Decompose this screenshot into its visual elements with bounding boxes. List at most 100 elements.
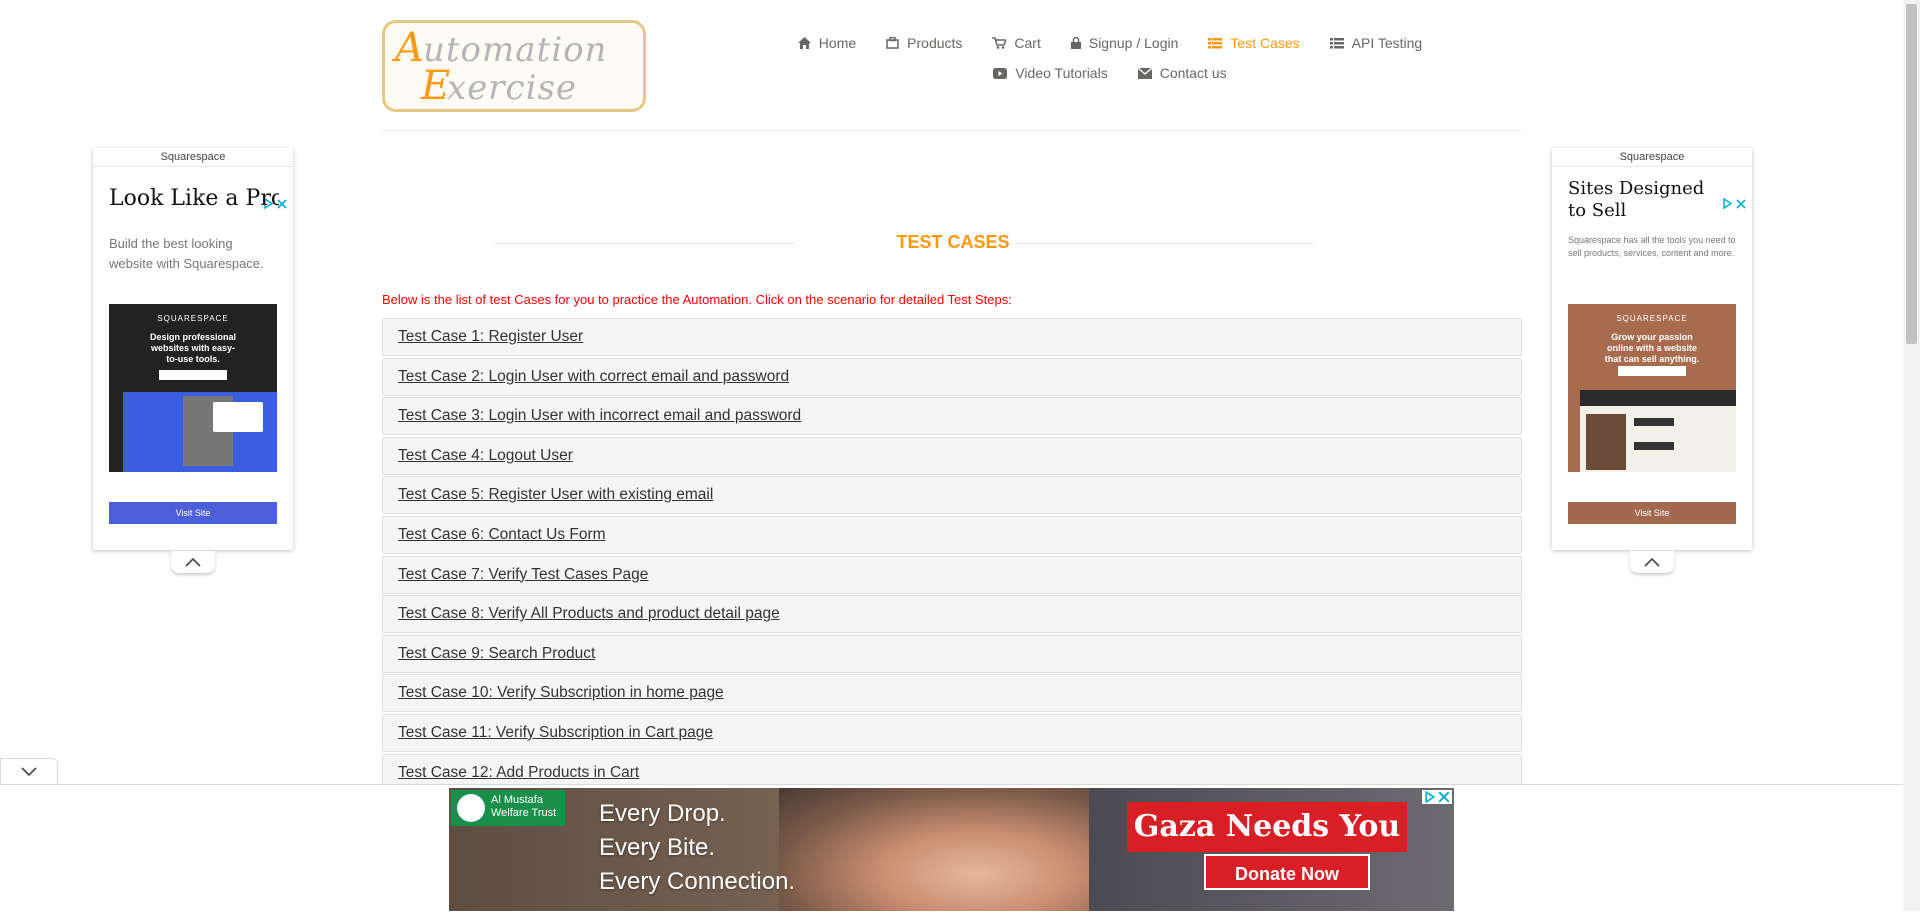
ad-image-brand: SQUARESPACE <box>157 314 229 323</box>
ad-choices[interactable] <box>1422 790 1452 804</box>
nav-cart[interactable]: Cart <box>992 35 1041 51</box>
ad-image-brand: SQUARESPACE <box>1616 314 1688 323</box>
svg-text:A: A <box>391 25 424 71</box>
list-icon <box>1329 37 1344 48</box>
right-ad-collapse-button[interactable] <box>1630 551 1674 573</box>
ad-headline: Look Like a Pro <box>109 186 279 211</box>
nav-signup-login[interactable]: Signup / Login <box>1070 35 1179 51</box>
chevron-up-icon <box>1644 557 1660 567</box>
ad-slogan-line: Every Bite. <box>599 834 716 861</box>
page-title-section: TEST CASES <box>382 228 1524 258</box>
ad-image-button <box>159 370 227 380</box>
test-case-link[interactable]: Test Case 7: Verify Test Cases Page <box>398 566 648 584</box>
svg-text:E: E <box>420 63 450 109</box>
nav-test-cases[interactable]: Test Cases <box>1208 35 1300 51</box>
test-case-link[interactable]: Test Case 1: Register User <box>398 328 583 346</box>
test-case-link[interactable]: Test Case 5: Register User with existing… <box>398 486 713 504</box>
nav-cart-label: Cart <box>1014 35 1041 51</box>
envelope-icon <box>1137 67 1152 79</box>
bottom-banner-ad[interactable]: Al Mustafa Welfare Trust Every Drop. Eve… <box>449 788 1454 911</box>
nav-test-cases-label: Test Cases <box>1230 35 1300 51</box>
close-icon[interactable] <box>1736 198 1746 209</box>
cart-icon <box>992 37 1007 49</box>
org-name: Al Mustafa Welfare Trust <box>491 794 557 819</box>
org-logo-icon <box>457 794 485 822</box>
nav-contact-us[interactable]: Contact us <box>1137 65 1227 81</box>
ad-image-preview <box>1580 390 1736 472</box>
test-case-row: Test Case 4: Logout User <box>382 436 1522 475</box>
donate-now-button[interactable]: Donate Now <box>1204 854 1370 890</box>
ad-body: Squarespace has all the tools you need t… <box>1568 235 1736 258</box>
left-side-ad[interactable]: Squarespace Look Like a Pro Build the be… <box>93 148 293 550</box>
title-divider-right <box>1014 243 1314 244</box>
test-case-row: Test Case 6: Contact Us Form <box>382 515 1522 554</box>
test-case-row: Test Case 10: Verify Subscription in hom… <box>382 674 1522 713</box>
intro-text: Below is the list of test Cases for you … <box>382 292 1012 307</box>
products-icon <box>886 37 899 49</box>
nav-signup-login-label: Signup / Login <box>1088 35 1179 51</box>
nav-products[interactable]: Products <box>886 35 962 51</box>
nav-video-tutorials-label: Video Tutorials <box>1015 65 1108 81</box>
ad-advertiser: Squarespace <box>1552 148 1752 167</box>
org-badge: Al Mustafa Welfare Trust <box>451 790 565 826</box>
site-logo[interactable]: A utomation E xercise <box>382 20 646 112</box>
test-case-row: Test Case 5: Register User with existing… <box>382 476 1522 515</box>
test-case-row: Test Case 7: Verify Test Cases Page <box>382 555 1522 594</box>
nav-contact-us-label: Contact us <box>1159 65 1227 81</box>
ad-slogan-line: Every Drop. <box>599 800 726 827</box>
chevron-down-icon <box>21 767 37 776</box>
home-icon <box>797 37 811 49</box>
nav-home[interactable]: Home <box>797 35 857 51</box>
right-side-ad[interactable]: Squarespace Sites Designed to Sell Squar… <box>1552 148 1752 550</box>
ad-image: SQUARESPACE Design professional websites… <box>109 304 277 472</box>
test-case-row: Test Case 11: Verify Subscription in Car… <box>382 713 1522 752</box>
ad-slogan-line: Every Connection. <box>599 868 796 895</box>
visit-site-button[interactable]: Visit Site <box>1568 502 1736 524</box>
nav-api-testing[interactable]: API Testing <box>1329 35 1423 51</box>
page-scrollbar[interactable] <box>1903 0 1920 911</box>
ad-headline: Gaza Needs You <box>1127 802 1407 852</box>
test-case-link[interactable]: Test Case 6: Contact Us Form <box>398 526 606 544</box>
ad-image-text: Design professional websites with easy-t… <box>149 332 237 364</box>
test-case-link[interactable]: Test Case 11: Verify Subscription in Car… <box>398 724 713 742</box>
test-case-link[interactable]: Test Case 4: Logout User <box>398 447 573 465</box>
test-case-link[interactable]: Test Case 10: Verify Subscription in hom… <box>398 684 724 702</box>
nav-home-label: Home <box>818 35 857 51</box>
adchoices-icon[interactable] <box>1424 791 1436 803</box>
test-case-row: Test Case 1: Register User <box>382 318 1522 356</box>
test-case-row: Test Case 3: Login User with incorrect e… <box>382 397 1522 436</box>
test-case-row: Test Case 9: Search Product <box>382 634 1522 673</box>
test-case-link[interactable]: Test Case 3: Login User with incorrect e… <box>398 407 801 425</box>
lock-icon <box>1070 37 1081 49</box>
ad-photo <box>779 788 1139 911</box>
left-ad-collapse-button[interactable] <box>171 551 215 573</box>
scrollbar-thumb[interactable] <box>1906 4 1917 344</box>
svg-text:utomation: utomation <box>423 30 607 70</box>
ad-image-button <box>1618 366 1686 376</box>
main-nav: Home Products Cart Signup / Login Test C… <box>760 28 1460 88</box>
ad-image: SQUARESPACE Grow your passion online wit… <box>1568 304 1736 472</box>
logo-mark: A utomation E xercise <box>391 25 607 109</box>
nav-api-testing-label: API Testing <box>1351 35 1423 51</box>
svg-text:xercise: xercise <box>447 68 577 108</box>
close-icon[interactable] <box>1438 791 1450 803</box>
youtube-icon <box>993 67 1008 79</box>
list-icon <box>1208 37 1223 48</box>
header-divider <box>382 130 1524 131</box>
test-case-link[interactable]: Test Case 2: Login User with correct ema… <box>398 368 789 386</box>
visit-site-button[interactable]: Visit Site <box>109 502 277 524</box>
page-title: TEST CASES <box>896 232 1010 252</box>
test-case-link[interactable]: Test Case 12: Add Products in Cart <box>398 764 639 782</box>
ad-image-preview <box>123 392 277 472</box>
test-case-link[interactable]: Test Case 8: Verify All Products and pro… <box>398 605 780 623</box>
test-case-link[interactable]: Test Case 9: Search Product <box>398 645 595 663</box>
ad-advertiser: Squarespace <box>93 148 293 167</box>
ad-headline: Sites Designed to Sell <box>1568 178 1705 221</box>
nav-video-tutorials[interactable]: Video Tutorials <box>993 65 1108 81</box>
test-case-row: Test Case 8: Verify All Products and pro… <box>382 595 1522 634</box>
ad-image-text: Grow your passion online with a website … <box>1604 332 1700 364</box>
test-case-list: Test Case 1: Register User Test Case 2: … <box>382 318 1522 793</box>
bottom-ad-collapse-button[interactable] <box>0 758 58 784</box>
chevron-up-icon <box>185 557 201 567</box>
test-case-row: Test Case 2: Login User with correct ema… <box>382 357 1522 396</box>
